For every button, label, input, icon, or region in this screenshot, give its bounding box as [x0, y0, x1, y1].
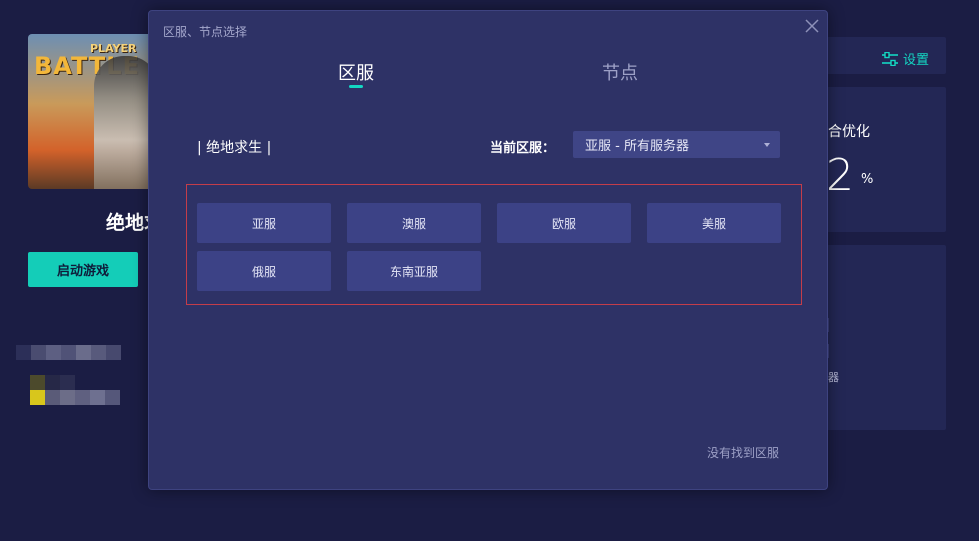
server-button-southeast-asia[interactable]: 东南亚服 — [347, 251, 481, 291]
cover-character — [94, 56, 152, 189]
close-button[interactable] — [803, 17, 821, 35]
region-not-found-link[interactable]: 没有找到区服 — [707, 444, 779, 461]
server-button-australia[interactable]: 澳服 — [347, 203, 481, 243]
dialog-title: 区服、节点选择 — [163, 25, 248, 39]
launch-game-button[interactable]: 启动游戏 — [28, 252, 138, 287]
settings-link[interactable]: 设置 — [881, 49, 929, 68]
current-region-label: 当前区服： — [490, 141, 556, 156]
optimization-unit: % — [861, 172, 874, 187]
game-cover-image[interactable]: PLAYER BATTLE — [28, 34, 152, 189]
game-name-label: | 绝地求生 | — [197, 140, 272, 156]
lower-panel-text: 器 — [828, 371, 839, 384]
dialog-tabs: 区服 节点 — [149, 59, 827, 99]
region-select[interactable]: 亚服 - 所有服务器 — [573, 131, 780, 158]
server-list: 亚服 澳服 欧服 美服 俄服 东南亚服 — [186, 184, 802, 305]
server-button-russia[interactable]: 俄服 — [197, 251, 331, 291]
cover-logo-small: PLAYER — [90, 42, 137, 55]
settings-sliders-icon — [882, 51, 898, 66]
tab-region[interactable]: 区服 — [316, 59, 396, 85]
close-icon — [805, 19, 819, 33]
dropdown-caret-icon — [764, 143, 770, 147]
optimization-label: 合优化 — [828, 124, 870, 140]
server-button-europe[interactable]: 欧服 — [497, 203, 631, 243]
region-node-dialog: 区服、节点选择 区服 节点 | 绝地求生 | 当前区服： 亚服 - 所有服务器 … — [148, 10, 828, 490]
optimization-value: 2 — [826, 150, 854, 201]
server-button-asia[interactable]: 亚服 — [197, 203, 331, 243]
tab-node[interactable]: 节点 — [580, 59, 660, 85]
blurred-text — [30, 375, 75, 390]
settings-label: 设置 — [903, 53, 930, 68]
active-tab-indicator — [349, 85, 363, 88]
blurred-text — [16, 345, 121, 360]
server-button-america[interactable]: 美服 — [647, 203, 781, 243]
blurred-text — [30, 390, 120, 405]
region-select-value: 亚服 - 所有服务器 — [585, 139, 689, 154]
lower-right-panel — [822, 245, 946, 430]
